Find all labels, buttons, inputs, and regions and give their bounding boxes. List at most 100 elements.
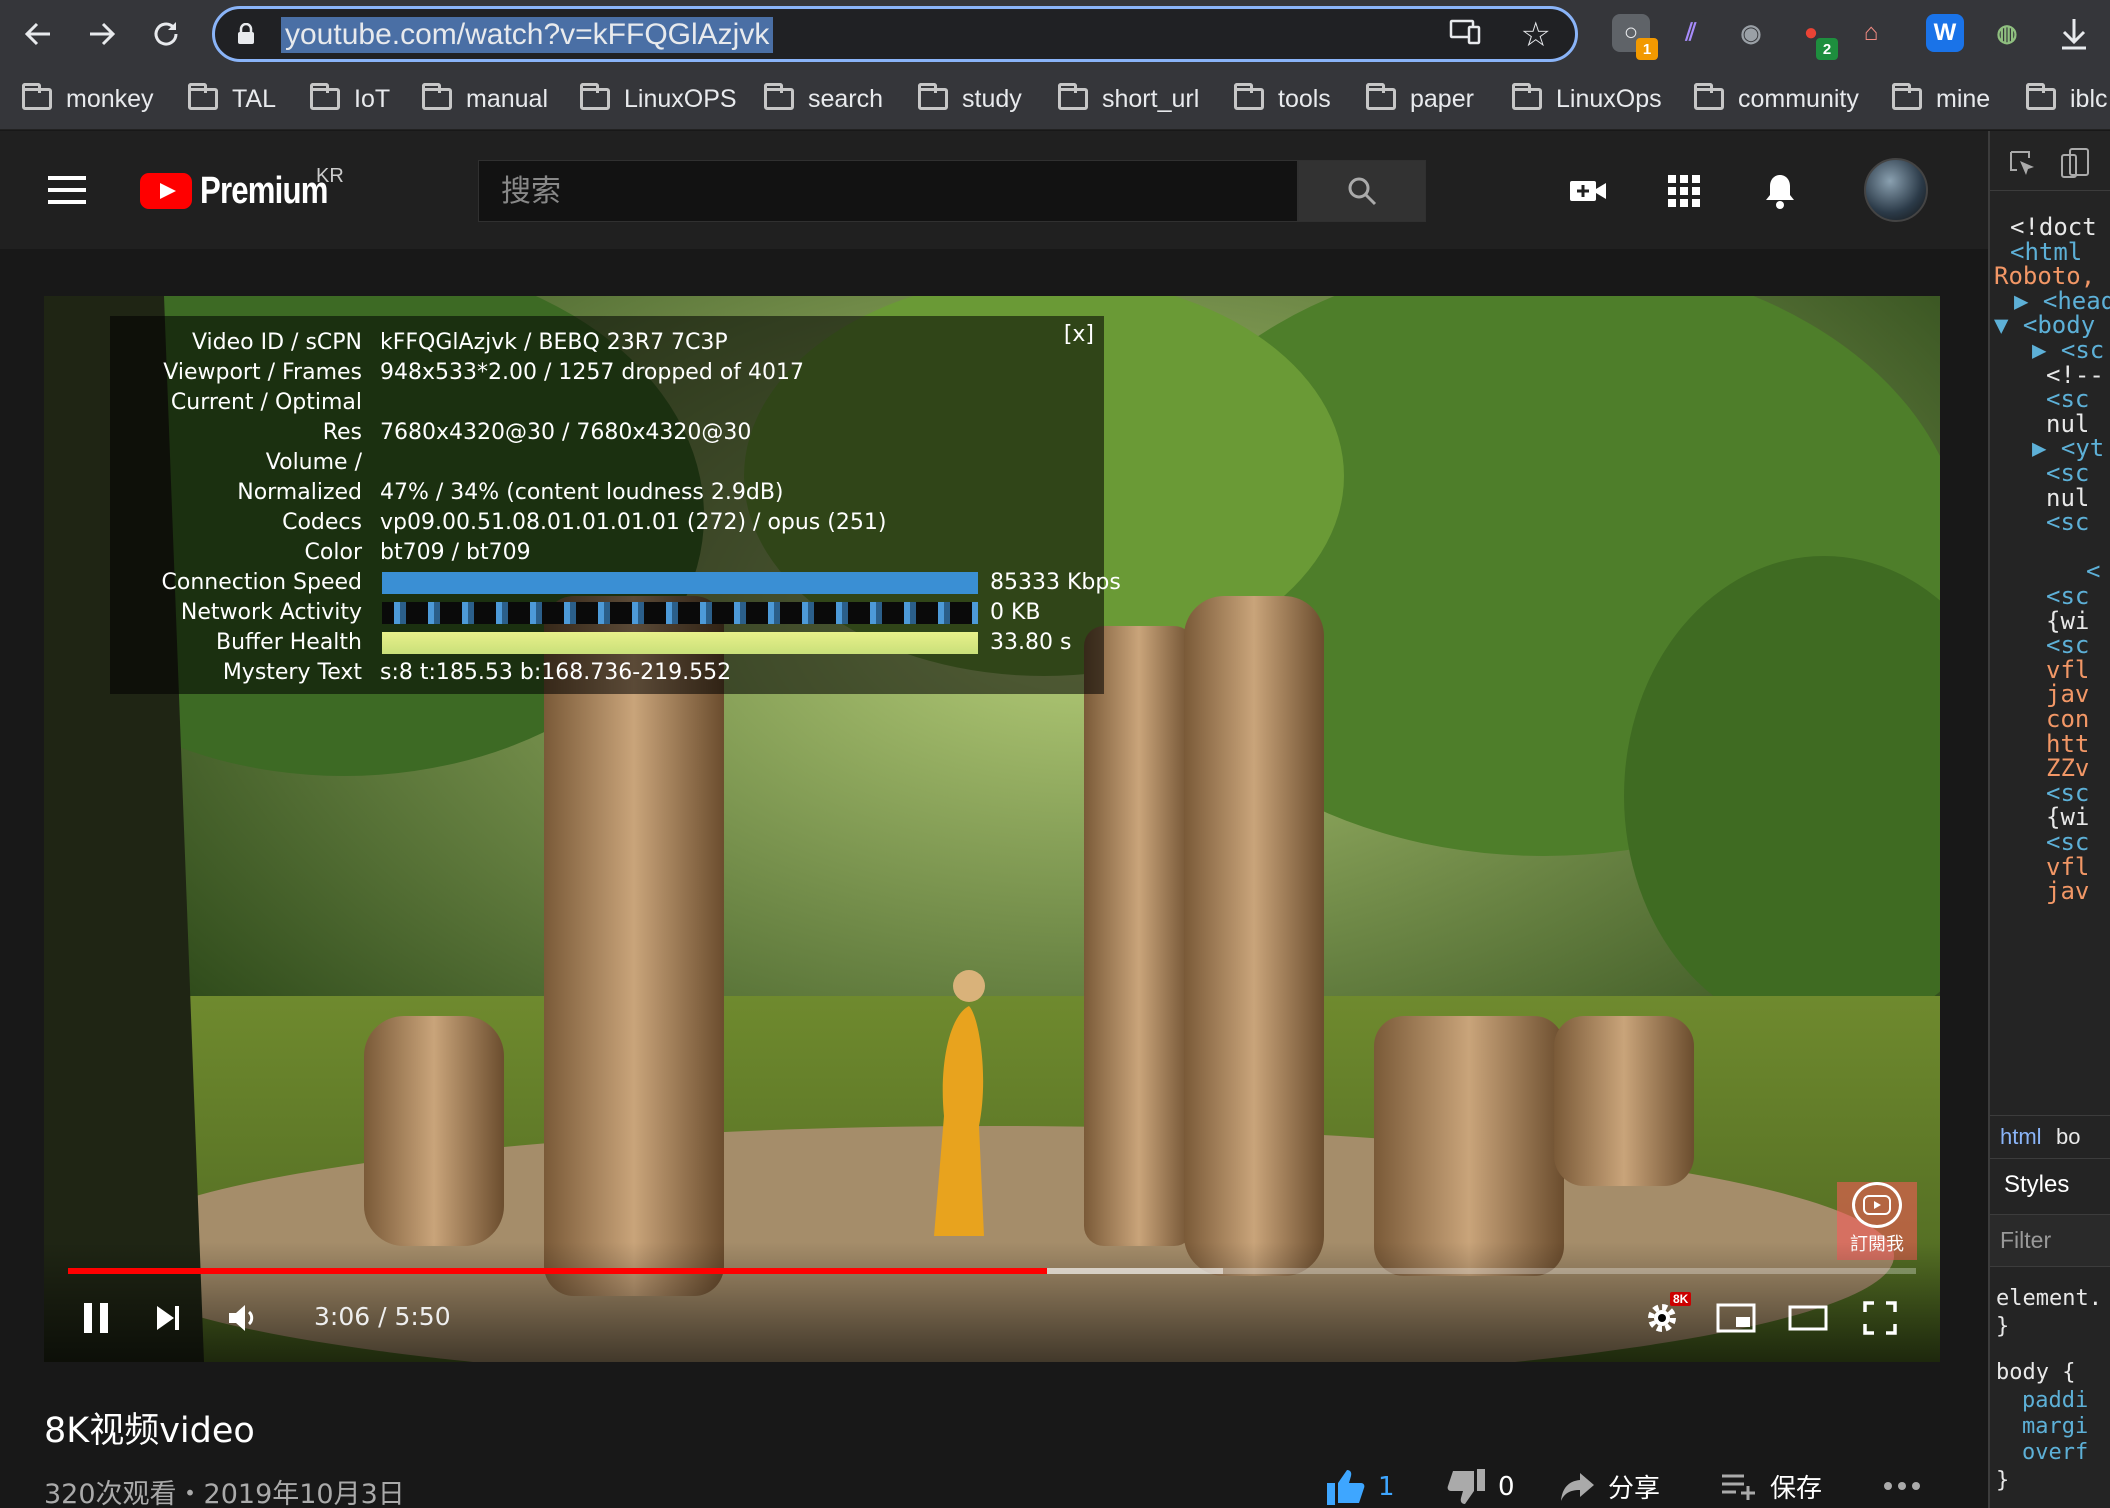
dislike-count: 0: [1498, 1472, 1515, 1502]
stats-label: Codecs: [282, 510, 362, 535]
create-video-icon[interactable]: [1568, 171, 1608, 211]
save-label: 保存: [1770, 1474, 1823, 1504]
pause-button[interactable]: [72, 1294, 120, 1342]
devtools-styles-tab[interactable]: Styles: [1990, 1159, 2110, 1215]
bookmark-folder[interactable]: monkey: [22, 82, 154, 116]
bookmark-folder[interactable]: TAL: [188, 82, 276, 116]
more-actions-icon[interactable]: [1882, 1480, 1922, 1492]
next-button[interactable]: [144, 1294, 192, 1342]
extension-tea-icon[interactable]: ◍: [1988, 14, 2026, 52]
miniplayer-button[interactable]: [1712, 1294, 1760, 1342]
back-icon[interactable]: [14, 10, 62, 58]
search-input[interactable]: [479, 161, 1297, 221]
device-toolbar-icon[interactable]: [2060, 147, 2090, 179]
browser-toolbar: youtube.com/watch?v=kFFQGlAzjvk ☆ ○ 1 ⫽ ◉ ● 2…: [0, 0, 2110, 68]
bookmark-label: short_url: [1102, 84, 1200, 113]
bookmark-folder[interactable]: manual: [422, 82, 548, 116]
bookmark-folder[interactable]: iblc: [2026, 82, 2108, 116]
save-button[interactable]: 保存: [1720, 1468, 1822, 1505]
thumbs-down-icon: [1447, 1469, 1485, 1504]
css-rule-line: element.: [1996, 1286, 2102, 1311]
folder-icon: [1512, 83, 1542, 110]
stats-label: Current / Optimal: [170, 390, 362, 415]
stats-value: s:8 t:185.53 b:168.736-219.552: [380, 660, 732, 685]
stats-label: Res: [322, 420, 362, 445]
youtube-play-logo-icon: [140, 173, 192, 209]
fullscreen-button[interactable]: [1856, 1294, 1904, 1342]
bookmark-label: LinuxOps: [1556, 84, 1662, 113]
extension-stripes-icon[interactable]: ⫽: [1672, 14, 1710, 52]
dislike-button[interactable]: 0: [1446, 1468, 1515, 1506]
share-button[interactable]: 分享: [1560, 1468, 1660, 1505]
stats-row: Viewport / Frames 948x533*2.00 / 1257 dro…: [110, 358, 1104, 388]
stats-label: Buffer Health: [215, 630, 362, 655]
extension-camera-icon[interactable]: ◉: [1732, 14, 1770, 52]
folder-icon: [1234, 83, 1264, 110]
filter-placeholder[interactable]: Filter: [2000, 1227, 2051, 1254]
devtools-filter[interactable]: Filter: [1990, 1215, 2110, 1267]
youtube-logo-icon: [1852, 1182, 1902, 1228]
bookmark-label: paper: [1410, 84, 1474, 113]
bookmark-folder[interactable]: short_url: [1058, 82, 1199, 116]
video-player[interactable]: [x] Video ID / sCPN kFFQGlAzjvk / BEBQ 23…: [44, 296, 1940, 1362]
notifications-bell-icon[interactable]: [1760, 171, 1800, 211]
bookmark-star-icon[interactable]: ☆: [1521, 15, 1551, 55]
folder-icon: [764, 83, 794, 110]
bookmark-folder[interactable]: LinuxOPS: [580, 82, 737, 116]
dom-tree-line[interactable]: <sc: [2046, 506, 2089, 538]
theater-mode-button[interactable]: [1784, 1294, 1832, 1342]
like-button[interactable]: 1: [1326, 1468, 1395, 1506]
dom-tree-line[interactable]: jav: [2046, 875, 2089, 907]
url-text[interactable]: youtube.com/watch?v=kFFQGlAzjvk: [281, 17, 774, 53]
folder-icon: [2026, 83, 2056, 110]
bookmark-folder[interactable]: tools: [1234, 82, 1331, 116]
stats-row: Network Activity 0 KB: [110, 598, 1104, 628]
quality-badge: 8K: [1670, 1292, 1692, 1306]
download-icon[interactable]: [2050, 10, 2098, 58]
stats-label: Viewport / Frames: [163, 360, 362, 385]
search-icon: [1348, 177, 1377, 206]
forward-icon[interactable]: [78, 10, 126, 58]
player-controls: 3:06 / 5:50 8K: [44, 1242, 1940, 1362]
volume-button[interactable]: [219, 1294, 267, 1342]
extension-cat-icon[interactable]: ⌂: [1852, 14, 1890, 52]
bookmark-folder[interactable]: LinuxOps: [1512, 82, 1662, 116]
bookmark-folder[interactable]: search: [764, 82, 883, 116]
stats-label: Network Activity: [180, 600, 362, 625]
bookmark-folder[interactable]: IoT: [310, 82, 390, 116]
breadcrumb-item[interactable]: html: [2000, 1124, 2042, 1150]
bookmark-folder[interactable]: mine: [1892, 82, 1990, 116]
reload-icon[interactable]: [142, 10, 190, 58]
lock-icon[interactable]: [237, 23, 255, 45]
search-button[interactable]: [1298, 160, 1426, 222]
install-app-icon[interactable]: [1449, 19, 1481, 52]
stats-value: kFFQGlAzjvk / BEBQ 23R7 7C3P: [380, 330, 728, 355]
avatar[interactable]: [1864, 158, 1928, 222]
thumbs-up-icon: [1327, 1470, 1365, 1505]
video-meta: 320次观看・2019年10月3日: [44, 1479, 405, 1508]
bookmark-label: manual: [466, 84, 548, 113]
extension-w-icon[interactable]: W: [1926, 14, 1964, 52]
folder-icon: [1694, 83, 1724, 110]
address-bar[interactable]: youtube.com/watch?v=kFFQGlAzjvk ☆: [212, 6, 1578, 62]
bookmark-folder[interactable]: community: [1694, 82, 1859, 116]
progress-bar[interactable]: [68, 1268, 1916, 1274]
folder-icon: [918, 83, 948, 110]
bookmark-folder[interactable]: study: [918, 82, 1022, 116]
folder-icon: [188, 83, 218, 110]
played-bar: [68, 1268, 1048, 1274]
menu-icon[interactable]: [48, 176, 86, 204]
region-code: KR: [316, 165, 344, 187]
youtube-premium-logo[interactable]: Premium KR: [140, 165, 356, 210]
next-icon: [157, 1306, 179, 1330]
extension-key-search-icon[interactable]: ○ 1: [1612, 14, 1658, 60]
search-box[interactable]: [478, 160, 1298, 222]
breadcrumb-item[interactable]: bo: [2056, 1124, 2080, 1150]
extension-balloon-icon[interactable]: ● 2: [1792, 14, 1838, 60]
stats-label: Color: [304, 540, 362, 565]
share-icon: [1561, 1472, 1594, 1501]
devtools-panel: <!doct <html Roboto, ▶ <head ▼ <body ▶ <sc <!-…: [1988, 131, 2110, 1508]
inspect-element-icon[interactable]: [2008, 149, 2038, 179]
bookmark-folder[interactable]: paper: [1366, 82, 1474, 116]
apps-grid-icon[interactable]: [1664, 171, 1704, 211]
